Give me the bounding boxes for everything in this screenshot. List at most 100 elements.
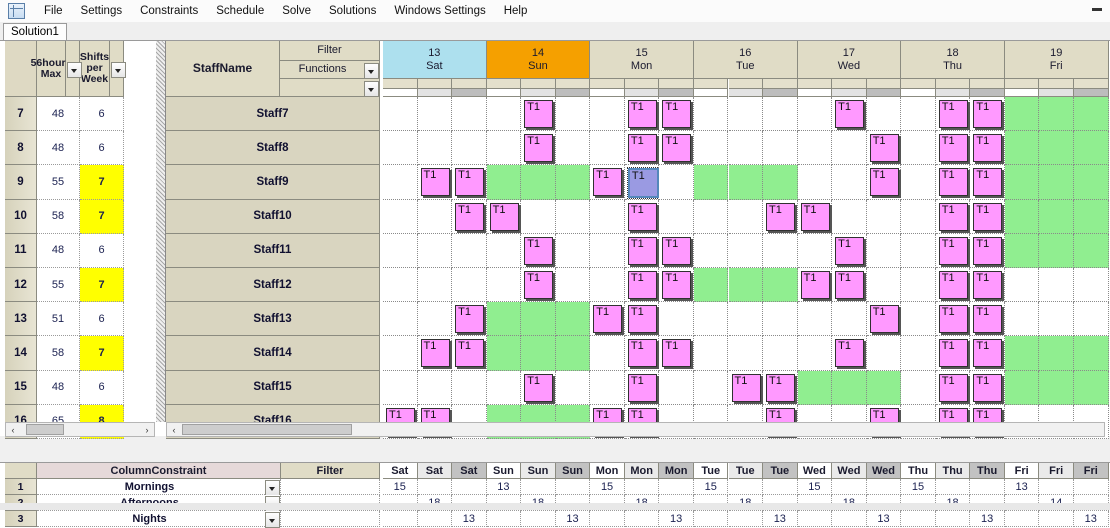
schedule-cell[interactable] [693, 268, 729, 303]
schedule-cell[interactable] [590, 97, 625, 132]
shift-block[interactable]: T1 [662, 100, 692, 128]
hours-max-value[interactable]: 48 [37, 131, 80, 166]
schedule-cell[interactable] [728, 199, 764, 234]
schedule-cell[interactable] [693, 370, 729, 405]
schedule-cell[interactable] [452, 131, 487, 166]
shift-block[interactable]: T1 [938, 168, 968, 197]
shift-block[interactable]: T1 [973, 305, 1003, 334]
constraint-filter-cell[interactable] [281, 479, 380, 495]
constraint-value-cell[interactable]: 15 [901, 479, 936, 495]
shifts-per-week-value[interactable]: 6 [80, 131, 124, 166]
shift-block[interactable]: T1 [731, 373, 761, 402]
schedule-cell[interactable] [555, 302, 591, 337]
shifts-per-week-value[interactable]: 7 [80, 268, 124, 303]
schedule-cell[interactable]: T1 [452, 302, 487, 337]
constraint-value-cell[interactable] [728, 511, 764, 527]
schedule-cell[interactable]: T1 [452, 336, 487, 371]
shift-block[interactable]: T1 [662, 236, 692, 265]
constraint-value-cell[interactable] [832, 511, 867, 527]
schedule-cell[interactable] [555, 268, 591, 303]
shift-block[interactable]: T1 [420, 339, 450, 368]
shift-block[interactable]: T1 [835, 339, 865, 368]
schedule-cell[interactable] [693, 233, 729, 268]
constraint-value-cell[interactable] [728, 479, 764, 495]
schedule-cell[interactable]: T1 [521, 233, 556, 268]
hours-max-value[interactable]: 58 [37, 336, 80, 371]
schedule-cell[interactable] [417, 370, 453, 405]
schedule-cell[interactable] [659, 165, 694, 200]
schedule-cell[interactable] [866, 97, 902, 132]
schedule-cell[interactable] [417, 199, 453, 234]
schedule-cell[interactable]: T1 [624, 97, 660, 132]
row-number[interactable]: 15 [5, 370, 37, 405]
schedule-cell[interactable]: T1 [521, 268, 556, 303]
schedule-cell[interactable] [555, 336, 591, 371]
schedule-cell[interactable] [1039, 199, 1074, 234]
shift-block[interactable]: T1 [938, 134, 968, 163]
schedule-cell[interactable]: T1 [659, 131, 694, 166]
schedule-cell[interactable] [1004, 165, 1040, 200]
schedule-cell[interactable] [763, 336, 798, 371]
constraint-value-cell[interactable] [521, 479, 556, 495]
schedule-cell[interactable] [1074, 97, 1109, 132]
shift-block[interactable]: T1 [973, 100, 1003, 128]
schedule-cell[interactable] [1004, 336, 1040, 371]
shift-block[interactable]: T1 [455, 305, 485, 334]
constraint-name[interactable]: Mornings [37, 479, 281, 495]
constraint-value-cell[interactable] [486, 511, 522, 527]
scroll-thumb[interactable] [26, 424, 64, 435]
constraint-value-cell[interactable]: 13 [970, 511, 1005, 527]
schedule-cell[interactable] [728, 131, 764, 166]
row-number[interactable]: 13 [5, 302, 37, 337]
schedule-cell[interactable] [1039, 268, 1074, 303]
schedule-cell[interactable] [383, 97, 418, 132]
schedule-cell[interactable]: T1 [624, 199, 660, 234]
schedule-cell[interactable] [832, 370, 867, 405]
schedule-cell[interactable] [452, 268, 487, 303]
schedule-cell[interactable] [1074, 233, 1109, 268]
schedule-cell[interactable]: T1 [624, 336, 660, 371]
schedule-cell[interactable] [383, 131, 418, 166]
shift-block[interactable]: T1 [869, 305, 899, 334]
schedule-cell[interactable]: T1 [935, 165, 971, 200]
schedule-cell[interactable] [1074, 268, 1109, 303]
schedule-cell[interactable] [1074, 131, 1109, 166]
schedule-cell[interactable]: T1 [935, 233, 971, 268]
schedule-cell[interactable] [693, 97, 729, 132]
schedule-cell[interactable] [1004, 97, 1040, 132]
schedule-cell[interactable]: T1 [970, 302, 1005, 337]
schedule-cell[interactable]: T1 [970, 336, 1005, 371]
shift-block[interactable]: T1 [627, 305, 657, 334]
schedule-cell[interactable] [693, 199, 729, 234]
shift-block[interactable]: T1 [524, 100, 554, 128]
schedule-cell[interactable] [590, 336, 625, 371]
schedule-cell[interactable]: T1 [970, 131, 1005, 166]
schedule-cell[interactable]: T1 [866, 165, 902, 200]
row-number[interactable]: 14 [5, 336, 37, 371]
constraint-value-cell[interactable] [521, 511, 556, 527]
schedule-cell[interactable] [486, 336, 522, 371]
constraint-value-cell[interactable] [590, 511, 625, 527]
shift-block[interactable]: T1 [662, 271, 692, 299]
schedule-cell[interactable]: T1 [970, 370, 1005, 405]
schedule-cell[interactable] [486, 97, 522, 132]
shift-block[interactable]: T1 [524, 373, 554, 402]
shift-block[interactable]: T1 [455, 168, 485, 197]
constraint-value-cell[interactable] [901, 511, 936, 527]
schedule-cell[interactable] [1039, 233, 1074, 268]
schedule-cell[interactable] [486, 268, 522, 303]
constraint-value-cell[interactable] [763, 479, 798, 495]
schedule-cell[interactable] [590, 199, 625, 234]
constraint-value-cell[interactable] [935, 511, 971, 527]
constraint-value-cell[interactable] [1004, 511, 1040, 527]
schedule-cell[interactable]: T1 [763, 199, 798, 234]
schedule-cell[interactable]: T1 [935, 370, 971, 405]
hours-max-value[interactable]: 55 [37, 165, 80, 200]
constraint-value-cell[interactable]: 13 [452, 511, 487, 527]
staff-name-cell[interactable]: Staff12 [166, 268, 380, 303]
schedule-cell[interactable] [1074, 165, 1109, 200]
schedule-cell[interactable]: T1 [970, 165, 1005, 200]
right-pane-hscrollbar[interactable]: ‹ [166, 422, 1105, 437]
schedule-cell[interactable] [1004, 370, 1040, 405]
staff-name-cell[interactable]: Staff13 [166, 302, 380, 337]
